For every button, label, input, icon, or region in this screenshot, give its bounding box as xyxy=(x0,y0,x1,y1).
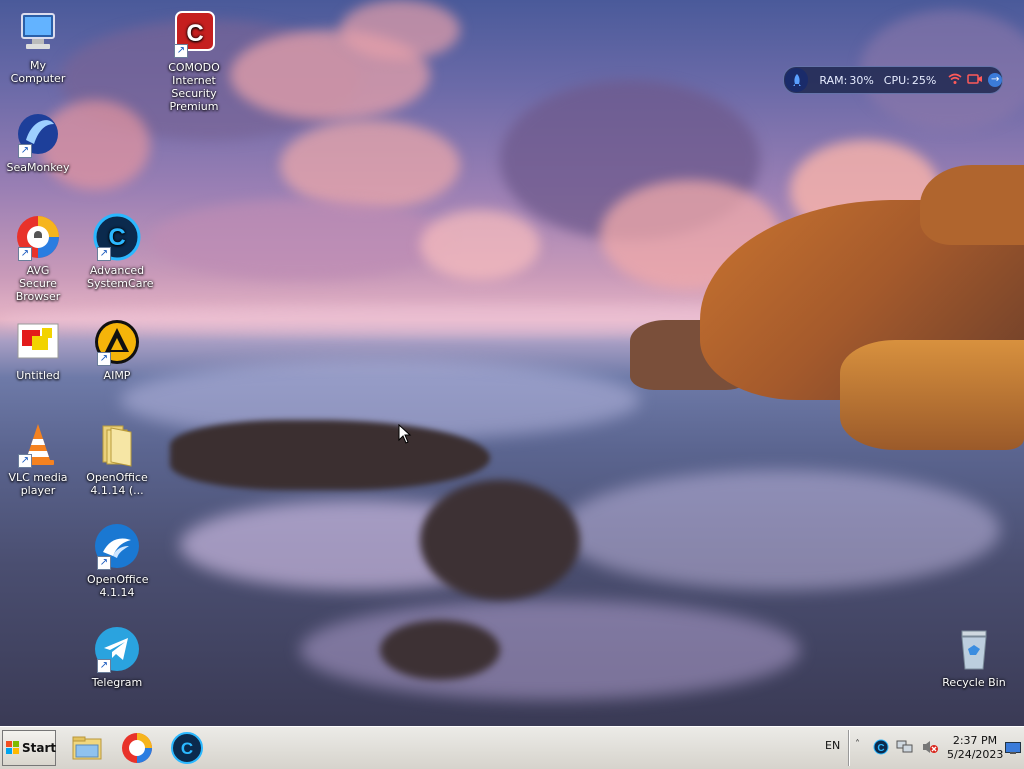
desktop-icon-my-computer[interactable]: My Computer xyxy=(1,8,75,85)
language-indicator[interactable]: EN xyxy=(825,739,840,752)
shortcut-arrow-icon: ↗ xyxy=(97,556,111,570)
desktop-icon-label: Recycle Bin xyxy=(942,676,1006,689)
desktop-icon-label: AIMP xyxy=(103,369,131,382)
volume-muted-icon[interactable] xyxy=(921,739,939,758)
desktop-icon-seamonkey[interactable]: ↗ SeaMonkey xyxy=(1,110,75,174)
desktop-icon-label: OpenOffice 4.1.14 (... xyxy=(86,471,148,497)
avg-browser-icon xyxy=(122,733,152,763)
desktop-icon-openoffice[interactable]: ↗ OpenOffice 4.1.14 xyxy=(80,522,154,599)
cpu-value: 25% xyxy=(911,73,937,87)
telegram-icon: ↗ xyxy=(93,625,141,673)
rocket-icon[interactable] xyxy=(785,68,809,92)
advanced-systemcare-tray-icon[interactable]: C xyxy=(873,739,889,758)
desktop-icon-recycle-bin[interactable]: Recycle Bin xyxy=(937,625,1011,689)
clock-date: 5/24/2023 xyxy=(947,748,1004,761)
clock-time: 2:37 PM xyxy=(952,734,998,747)
show-hidden-icons-chevron-icon[interactable]: ˄ xyxy=(855,739,860,750)
comodo-icon: C ↗ xyxy=(170,10,218,58)
cpu-label: CPU: xyxy=(883,73,910,87)
shortcut-arrow-icon: ↗ xyxy=(97,352,111,366)
folder-icon xyxy=(93,420,141,468)
camera-icon[interactable] xyxy=(967,73,983,88)
taskbar-file-explorer[interactable] xyxy=(70,731,104,765)
desktop-icon-label: Advanced SystemCare xyxy=(87,264,154,290)
shortcut-arrow-icon: ↗ xyxy=(97,659,111,673)
desktop-icon-label: Telegram xyxy=(91,676,143,689)
desktop-icon-label: My Computer xyxy=(10,59,66,85)
seamonkey-icon: ↗ xyxy=(14,110,62,158)
computer-icon xyxy=(14,8,62,56)
desktop-icon-label: SeaMonkey xyxy=(6,161,70,174)
file-explorer-icon xyxy=(72,736,102,760)
svg-text:C: C xyxy=(186,20,203,47)
shortcut-arrow-icon: ↗ xyxy=(18,144,32,158)
shortcut-arrow-icon: ↗ xyxy=(97,247,111,261)
advanced-systemcare-icon: C xyxy=(171,732,203,764)
show-desktop-icon[interactable] xyxy=(1005,742,1021,757)
openoffice-icon: ↗ xyxy=(93,522,141,570)
recycle-bin-icon xyxy=(950,625,998,673)
shortcut-arrow-icon: ↗ xyxy=(174,44,188,58)
desktop-icon-label: OpenOffice 4.1.14 xyxy=(87,573,149,599)
vlc-cone-icon: ↗ xyxy=(14,420,62,468)
system-tray: ˄ C 2:37 PM 5/24/2023 xyxy=(848,730,1024,766)
desktop-icon-comodo[interactable]: C ↗ COMODO Internet Security Premium xyxy=(157,10,231,113)
shortcut-arrow-icon: ↗ xyxy=(18,247,32,261)
windows-logo-icon xyxy=(6,741,20,755)
desktop-icon-aimp[interactable]: ↗ AIMP xyxy=(80,318,154,382)
desktop-icon-untitled[interactable]: Untitled xyxy=(1,318,75,382)
taskbar: Start C EN ˄ C 2:37 PM 5/24/2023 xyxy=(0,726,1024,769)
desktop-icon-avg-browser[interactable]: ↗ AVG Secure Browser xyxy=(1,213,75,303)
network-icon[interactable] xyxy=(896,739,914,758)
ram-label: RAM: xyxy=(819,73,848,87)
start-button[interactable]: Start xyxy=(2,730,56,766)
desktop-icon-openoffice-folder[interactable]: OpenOffice 4.1.14 (... xyxy=(80,420,154,497)
system-monitor-widget[interactable]: RAM: 30% CPU: 25% → xyxy=(783,66,1003,94)
desktop-icon-label: AVG Secure Browser xyxy=(15,264,61,303)
desktop-icon-label: Untitled xyxy=(16,369,60,382)
arrow-right-icon[interactable]: → xyxy=(988,73,1002,87)
shortcut-arrow-icon: ↗ xyxy=(18,454,32,468)
avg-browser-icon: ↗ xyxy=(14,213,62,261)
desktop-icon-telegram[interactable]: ↗ Telegram xyxy=(80,625,154,689)
wifi-icon[interactable] xyxy=(948,73,962,88)
mouse-cursor-icon xyxy=(398,423,412,444)
advanced-systemcare-icon: C ↗ xyxy=(93,213,141,261)
start-label: Start xyxy=(22,741,57,755)
ram-value: 30% xyxy=(849,73,874,87)
aimp-icon: ↗ xyxy=(93,318,141,366)
taskbar-advanced-systemcare[interactable]: C xyxy=(170,731,204,765)
clock[interactable]: 2:37 PM 5/24/2023 xyxy=(947,734,1003,762)
desktop-icon-label: COMODO Internet Security Premium xyxy=(168,61,220,113)
svg-text:C: C xyxy=(181,739,193,758)
paint-file-icon xyxy=(14,318,62,366)
desktop-icon-advanced-systemcare[interactable]: C ↗ Advanced SystemCare xyxy=(80,213,154,290)
svg-text:C: C xyxy=(877,743,884,754)
desktop-icon-label: VLC media player xyxy=(8,471,68,497)
desktop-icon-vlc[interactable]: ↗ VLC media player xyxy=(1,420,75,497)
taskbar-avg-browser[interactable] xyxy=(120,731,154,765)
